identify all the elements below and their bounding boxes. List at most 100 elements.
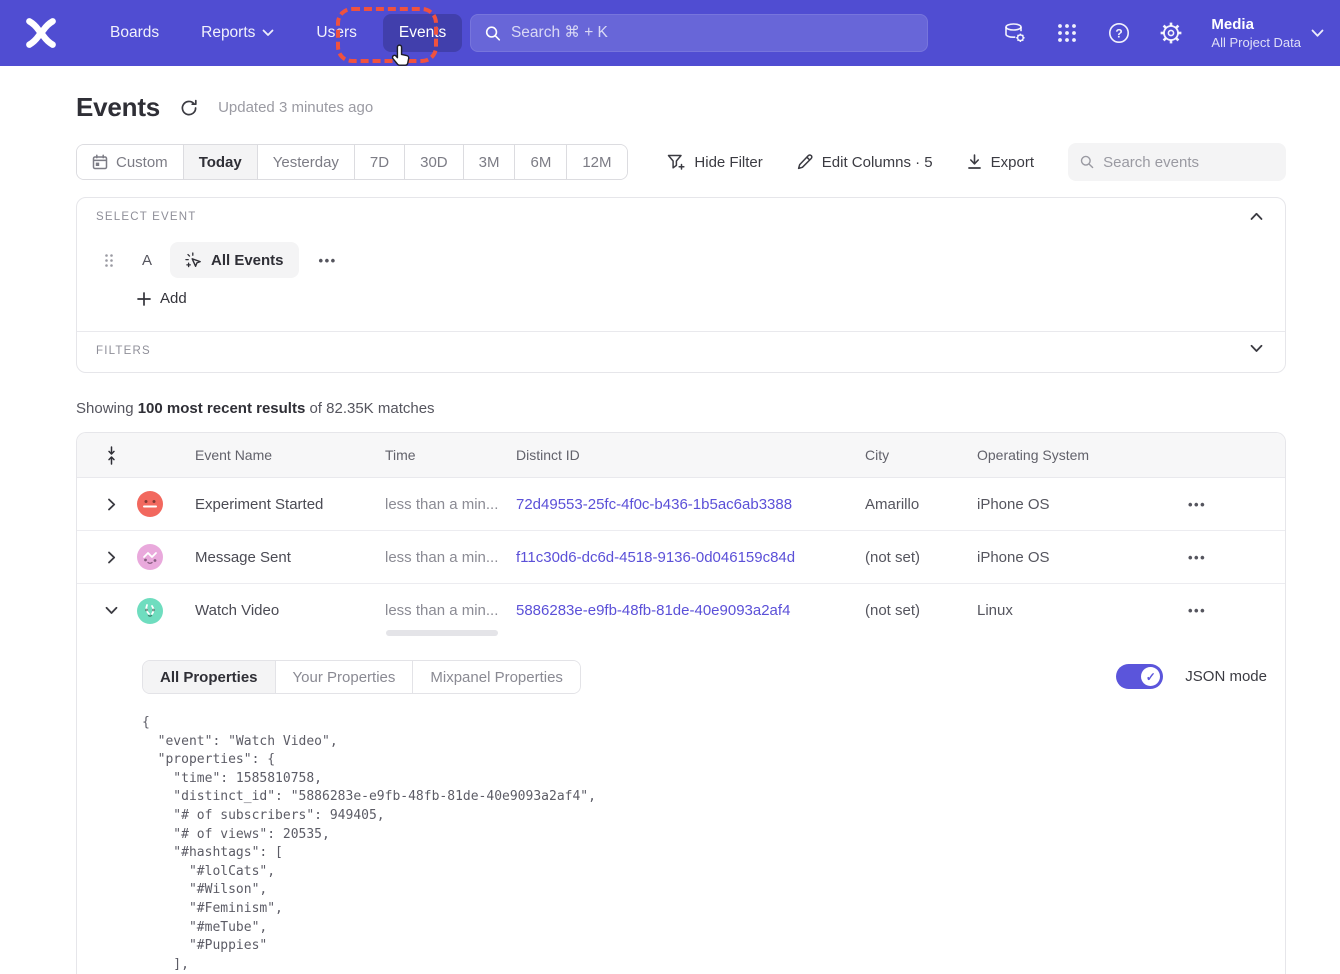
avatar-face-icon: [137, 491, 163, 517]
chevron-right-icon: [107, 551, 116, 564]
project-switcher[interactable]: Media All Project Data: [1211, 15, 1324, 51]
row-more-button[interactable]: •••: [1180, 597, 1214, 624]
query-builder-card: SELECT EVENT A: [76, 197, 1286, 373]
events-page: Boards Reports Users Events: [0, 0, 1340, 974]
nav-utilities: ? Media All Project Data: [1003, 0, 1324, 66]
column-header-event-name[interactable]: Event Name: [195, 447, 385, 463]
events-search: [1068, 143, 1286, 181]
properties-tabs: All Properties Your Properties Mixpanel …: [142, 660, 581, 694]
chevron-up-icon: [1250, 212, 1263, 221]
tab-mixpanel-properties[interactable]: Mixpanel Properties: [413, 661, 580, 693]
date-option-30d[interactable]: 30D: [405, 145, 464, 179]
settings-gear-icon[interactable]: [1159, 21, 1183, 45]
column-header-time[interactable]: Time: [385, 447, 516, 463]
row-more-button[interactable]: •••: [1180, 544, 1214, 571]
add-event-label: Add: [160, 290, 187, 307]
avatar-face-icon: [137, 598, 163, 624]
sort-arrows-icon: [106, 446, 117, 465]
column-header-city[interactable]: City: [865, 447, 977, 463]
apps-grid-icon[interactable]: [1055, 21, 1079, 45]
date-option-3m[interactable]: 3M: [464, 145, 516, 179]
collapse-select-event-button[interactable]: [1246, 208, 1267, 225]
page-title: Events: [76, 92, 160, 123]
refresh-button[interactable]: [178, 97, 200, 119]
chevron-down-icon: [1250, 344, 1263, 353]
event-json-viewer[interactable]: { "event": "Watch Video", "properties": …: [142, 714, 596, 974]
global-search: [470, 14, 928, 52]
event-avatar: [137, 598, 163, 624]
page-header: Events Updated 3 minutes ago: [76, 92, 373, 123]
event-step-letter: A: [140, 252, 154, 269]
chevron-down-icon: [262, 29, 274, 37]
download-icon: [967, 154, 982, 170]
tab-all-properties[interactable]: All Properties: [143, 661, 276, 693]
nav-item-users[interactable]: Users: [300, 14, 372, 52]
table-row[interactable]: Experiment Started less than a min... 72…: [77, 478, 1285, 531]
export-button[interactable]: Export: [967, 154, 1034, 171]
os-cell: Linux: [977, 602, 1180, 619]
cursor-hand-icon: [389, 44, 411, 68]
plus-icon: [137, 292, 151, 306]
data-management-icon[interactable]: [1003, 21, 1027, 45]
hide-filter-label: Hide Filter: [694, 154, 762, 171]
table-header-row: Event Name Time Distinct ID City Operati…: [77, 433, 1285, 478]
date-option-6m[interactable]: 6M: [515, 145, 567, 179]
date-option-12m[interactable]: 12M: [567, 145, 626, 179]
collapse-row-button[interactable]: [97, 597, 125, 625]
hide-filter-button[interactable]: Hide Filter: [667, 154, 762, 171]
expand-filters-button[interactable]: [1246, 340, 1267, 357]
event-name-cell: Message Sent: [195, 549, 385, 566]
date-option-7d[interactable]: 7D: [355, 145, 405, 179]
table-row[interactable]: Message Sent less than a min... f11c30d6…: [77, 531, 1285, 584]
date-option-yesterday[interactable]: Yesterday: [258, 145, 355, 179]
top-nav: Boards Reports Users Events: [0, 0, 1340, 66]
date-option-today[interactable]: Today: [184, 145, 258, 179]
city-cell: Amarillo: [865, 496, 977, 513]
select-event-label: SELECT EVENT: [96, 211, 196, 223]
json-mode-label: JSON mode: [1185, 668, 1267, 685]
distinct-id-link[interactable]: 72d49553-25fc-4f0c-b436-1b5ac6ab3388: [516, 496, 865, 513]
horizontal-scrollbar-thumb[interactable]: [386, 630, 498, 636]
chevron-right-icon: [107, 498, 116, 511]
event-name-cell: Watch Video: [195, 602, 385, 619]
controls-row: Custom Today Yesterday 7D 30D 3M 6M 12M …: [76, 143, 1286, 181]
date-option-custom[interactable]: Custom: [77, 145, 184, 179]
column-header-distinct-id[interactable]: Distinct ID: [516, 447, 865, 463]
filter-funnel-icon: [667, 154, 685, 171]
global-search-input[interactable]: [511, 24, 913, 42]
sort-time-button[interactable]: [97, 441, 125, 469]
card-divider: [77, 331, 1285, 332]
tab-your-properties[interactable]: Your Properties: [276, 661, 414, 693]
events-search-input[interactable]: [1103, 154, 1274, 171]
add-event-button[interactable]: Add: [137, 290, 187, 307]
distinct-id-link[interactable]: 5886283e-e9fb-48fb-81de-40e9093a2af4: [516, 602, 865, 619]
time-cell: less than a min...: [385, 496, 516, 513]
distinct-id-link[interactable]: f11c30d6-dc6d-4518-9136-0d046159c84d: [516, 549, 865, 566]
refresh-icon: [180, 99, 198, 117]
nav-item-boards[interactable]: Boards: [94, 14, 175, 52]
nav-item-reports-label: Reports: [201, 24, 255, 42]
chevron-down-icon: [1311, 29, 1324, 38]
help-icon[interactable]: ?: [1107, 21, 1131, 45]
nav-item-reports[interactable]: Reports: [185, 14, 290, 52]
json-mode-toggle[interactable]: ✓: [1116, 664, 1163, 689]
sparkle-cursor-icon: [185, 252, 202, 269]
city-cell: (not set): [865, 549, 977, 566]
os-cell: iPhone OS: [977, 496, 1180, 513]
column-header-os[interactable]: Operating System: [977, 447, 1180, 463]
expand-row-button[interactable]: [97, 543, 125, 571]
time-cell: less than a min...: [385, 549, 516, 566]
event-row-more-button[interactable]: •••: [313, 247, 343, 274]
drag-handle-icon[interactable]: [104, 253, 114, 268]
filters-label: FILTERS: [96, 345, 151, 357]
event-selector-chip[interactable]: All Events: [170, 242, 299, 278]
edit-columns-button[interactable]: Edit Columns · 5: [797, 154, 933, 171]
expand-row-button[interactable]: [97, 490, 125, 518]
pencil-icon: [797, 154, 813, 170]
row-more-button[interactable]: •••: [1180, 491, 1214, 518]
table-row-expanded[interactable]: Watch Video less than a min... 5886283e-…: [77, 584, 1285, 637]
mixpanel-logo-icon[interactable]: [24, 16, 58, 50]
date-option-label: Custom: [116, 154, 168, 171]
toggle-check-icon: ✓: [1141, 667, 1160, 686]
export-label: Export: [991, 154, 1034, 171]
